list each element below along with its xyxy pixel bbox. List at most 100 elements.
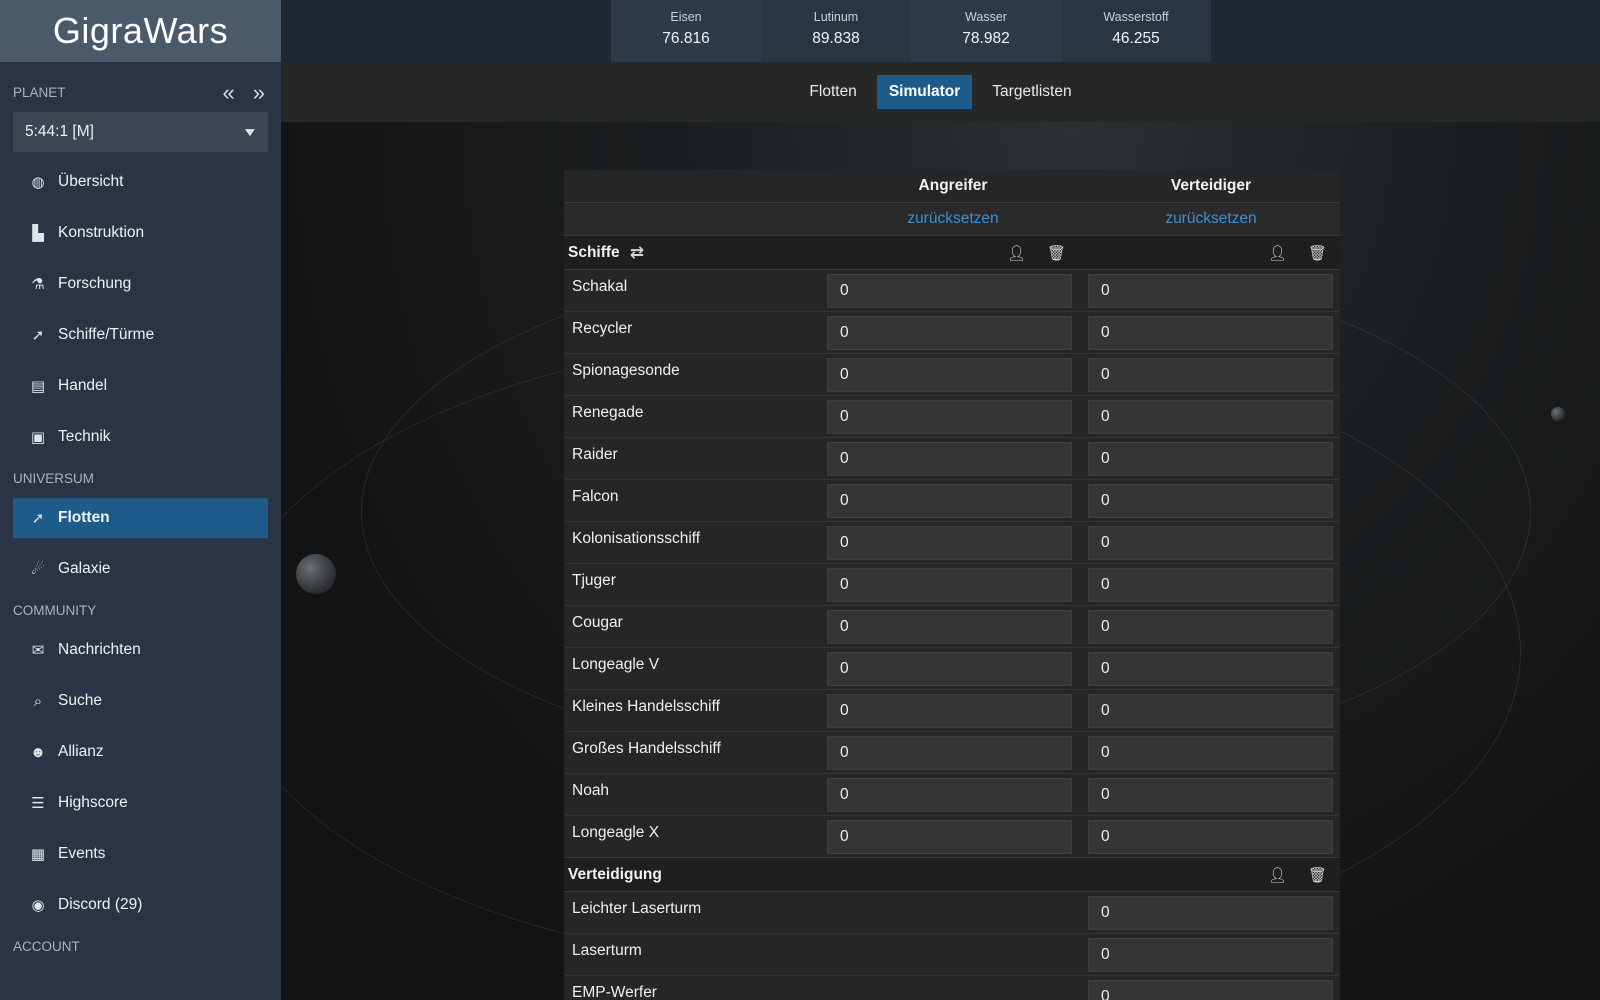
resource-eisen: Eisen 76.816 [611,0,761,62]
attacker-count-input[interactable] [827,693,1072,728]
planet-select[interactable]: 5:44:1 [M] ▼ [13,112,268,152]
chevron-down-icon: ▼ [241,125,259,139]
sidebar-item-label: Konstruktion [58,224,145,241]
attacker-count-input[interactable] [827,441,1072,476]
defender-count-input[interactable] [1088,525,1333,560]
defender-count-input[interactable] [1088,777,1333,812]
defender-count-input[interactable] [1088,735,1333,770]
defender-count-input[interactable] [1088,937,1333,972]
sidebar-item-highscore[interactable]: ☰ Highscore [13,783,268,823]
sidebar-item-konstruktion[interactable]: ▙ Konstruktion [13,213,268,253]
defender-defense-tools: 👤︎ 🗑︎ [1268,866,1327,884]
resource-value: 89.838 [812,30,860,47]
ship-row: Tjuger [564,564,1340,606]
ship-row: Cougar [564,606,1340,648]
attacker-count-input[interactable] [827,651,1072,686]
sidebar-item-nachrichten[interactable]: ✉ Nachrichten [13,630,268,670]
ship-name: Recycler [572,319,633,337]
defense-list: Leichter Laserturm Laserturm EMP-Werfer [564,892,1340,1000]
defender-count-input[interactable] [1088,273,1333,308]
sidebar-item-label: Suche [58,692,102,709]
user-icon[interactable]: 👤︎ [1007,244,1026,262]
sidebar: GigraWars PLANET « » 5:44:1 [M] ▼ ◍ Übers… [0,0,281,1000]
sidebar-item-übersicht[interactable]: ◍ Übersicht [13,162,268,202]
ship-name: Longeagle V [572,655,660,673]
planet-header: PLANET « » [0,82,281,104]
sidebar-item-flotten[interactable]: ➚ Flotten [13,498,268,538]
attacker-header: Angreifer [918,177,988,194]
resource-name: Lutinum [813,10,859,24]
sidebar-item-forschung[interactable]: ⚗ Forschung [13,264,268,304]
defender-count-input[interactable] [1088,567,1333,602]
swap-icon[interactable]: ⇄ [630,243,644,263]
tab-targetlisten[interactable]: Targetlisten [980,75,1083,109]
tab-simulator[interactable]: Simulator [876,75,973,109]
sidebar-item-galaxie[interactable]: ☄ Galaxie [13,549,268,589]
planet-section-title: PLANET [13,85,66,100]
resource-lutinum: Lutinum 89.838 [761,0,911,62]
attacker-count-input[interactable] [827,315,1072,350]
app-logo[interactable]: GigraWars [0,0,281,62]
trash-icon[interactable]: 🗑︎ [1308,866,1327,884]
user-icon[interactable]: 👤︎ [1268,244,1287,262]
attacker-count-input[interactable] [827,357,1072,392]
sidebar-item-discord-29[interactable]: ◉ Discord (29) [13,885,268,925]
attacker-count-input[interactable] [827,525,1072,560]
ship-row: Renegade [564,396,1340,438]
list-icon: ☰ [31,795,45,812]
attacker-count-input[interactable] [827,609,1072,644]
ship-name: Renegade [572,403,644,421]
defender-count-input[interactable] [1088,483,1333,518]
reset-attacker-link[interactable]: zurücksetzen [824,210,1082,228]
sidebar-item-handel[interactable]: ▤ Handel [13,366,268,406]
sidebar-item-technik[interactable]: ▣ Technik [13,417,268,457]
ship-name: Kleines Handelsschiff [572,697,720,715]
reset-defender-link[interactable]: zurücksetzen [1082,210,1340,228]
defender-count-input[interactable] [1088,895,1333,930]
tab-flotten[interactable]: Flotten [797,75,868,109]
attacker-count-input[interactable] [827,483,1072,518]
ship-row: Recycler [564,312,1340,354]
rocket-icon: ➚ [31,327,45,344]
defender-count-input[interactable] [1088,979,1333,1000]
next-planet-icon[interactable]: » [253,82,265,104]
sidebar-item-suche[interactable]: ⌕ Suche [13,681,268,721]
calendar-icon: ▦ [30,846,46,863]
prev-planet-icon[interactable]: « [223,82,235,104]
sidebar-item-schiffe-türme[interactable]: ➚ Schiffe/Türme [13,315,268,355]
defense-name: Laserturm [572,941,642,959]
attacker-count-input[interactable] [827,735,1072,770]
sidebar-item-label: Nachrichten [58,641,141,658]
sidebar-item-events[interactable]: ▦ Events [13,834,268,874]
defender-count-input[interactable] [1088,441,1333,476]
chart-icon: ▤ [30,378,46,395]
ship-name: Noah [572,781,610,799]
reset-row: zurücksetzen zurücksetzen [564,203,1340,236]
defender-count-input[interactable] [1088,819,1333,854]
attacker-count-input[interactable] [827,273,1072,308]
defender-count-input[interactable] [1088,609,1333,644]
ships-section-header: Schiffe ⇄ 👤︎ 🗑︎ 👤︎ 🗑︎ [564,236,1340,270]
attacker-count-input[interactable] [827,399,1072,434]
trash-icon[interactable]: 🗑︎ [1047,244,1066,262]
resource-value: 78.982 [962,30,1010,47]
defender-count-input[interactable] [1088,315,1333,350]
attacker-count-input[interactable] [827,567,1072,602]
trash-icon[interactable]: 🗑︎ [1308,244,1327,262]
defender-count-input[interactable] [1088,693,1333,728]
sidebar-item-label: Technik [58,428,111,445]
fleet-tabs: Flotten Simulator Targetlisten [281,62,1600,122]
user-icon[interactable]: 👤︎ [1268,866,1287,884]
sidebar-item-allianz[interactable]: ☻ Allianz [13,732,268,772]
users-icon: ☻ [30,743,46,761]
defender-count-input[interactable] [1088,357,1333,392]
ship-name: Schakal [572,277,628,295]
planet-select-value: 5:44:1 [M] [25,123,94,140]
sidebar-item-label: Handel [58,377,108,394]
attacker-count-input[interactable] [827,777,1072,812]
defender-count-input[interactable] [1088,399,1333,434]
sidebar-item-label: Galaxie [58,560,111,577]
defender-count-input[interactable] [1088,651,1333,686]
sidebar-item-label: Übersicht [58,173,124,190]
attacker-count-input[interactable] [827,819,1072,854]
